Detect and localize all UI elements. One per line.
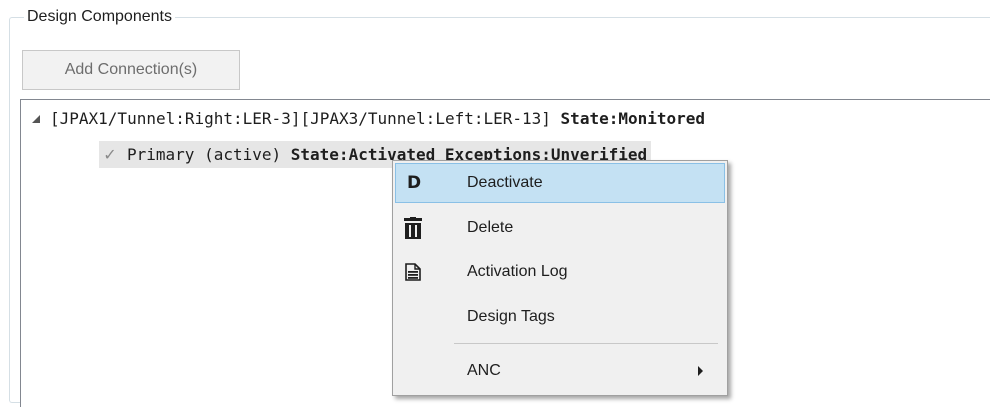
groupbox-title: Design Components [24,7,175,27]
menu-item-activation-log[interactable]: Activation Log [395,252,725,292]
menu-item-label: Delete [467,219,514,236]
menu-item-label: Deactivate [467,174,543,191]
document-icon [395,252,431,292]
context-menu: D Deactivate Delete Activation Log Desig… [392,160,728,396]
checkmark-icon[interactable]: ✓ [99,141,121,168]
tree-child-label: Primary (active) [127,145,282,164]
menu-item-label: Activation Log [467,263,568,280]
tree-root-node[interactable]: [JPAX1/Tunnel:Right:LER-3][JPAX3/Tunnel:… [32,107,705,131]
menu-separator [454,343,718,344]
expand-collapse-icon[interactable] [32,114,40,123]
menu-item-anc[interactable]: ANC [395,351,725,391]
menu-item-deactivate[interactable]: D Deactivate [395,163,725,203]
deactivate-d-icon: D [406,173,422,193]
menu-item-delete[interactable]: Delete [395,208,725,248]
menu-item-label: Design Tags [467,308,555,325]
tree-root-state: State:Monitored [560,109,706,128]
submenu-arrow-icon [698,366,703,376]
tree-root-path: [JPAX1/Tunnel:Right:LER-3][JPAX3/Tunnel:… [50,109,551,128]
trash-icon [395,208,431,248]
add-connection-button[interactable]: Add Connection(s) [22,50,240,90]
menu-item-label: ANC [467,362,501,379]
menu-item-design-tags[interactable]: Design Tags [395,297,725,337]
